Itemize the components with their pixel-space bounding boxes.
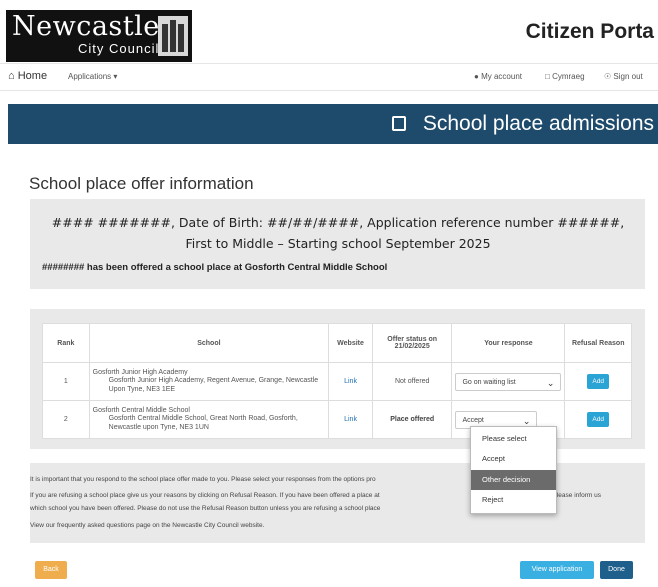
page-title: School place offer information — [29, 174, 254, 193]
council-logo[interactable]: Newcastle City Council — [6, 10, 192, 62]
chevron-down-icon: ⌄ — [546, 377, 555, 388]
refusal-cell: Add — [564, 400, 632, 439]
book-icon — [392, 116, 406, 131]
applicant-info-panel: #### #######, Date of Birth: ##/##/####,… — [30, 199, 645, 289]
col-offer-status: Offer status on 21/02/2025 — [371, 323, 453, 363]
col-website: Website — [328, 323, 373, 363]
nav-home[interactable]: ⌂ Home — [8, 70, 47, 82]
nav-applications[interactable]: Applications ▾ — [68, 72, 117, 81]
add-refusal-reason-button[interactable]: Add — [587, 412, 609, 427]
instruction-text: l please inform us — [550, 492, 601, 499]
nav-cymraeg[interactable]: □ Cymraeg — [545, 72, 585, 81]
col-school: School — [88, 323, 330, 363]
faq-text[interactable]: View our frequently asked questions page… — [30, 522, 264, 529]
section-banner: School place admissions — [8, 104, 658, 144]
power-icon: ☉ — [604, 72, 612, 81]
view-application-button[interactable]: View application — [520, 561, 594, 579]
school-name: Gosforth Junior High Academy — [92, 369, 188, 376]
language-icon: □ — [545, 72, 550, 81]
response-dropdown-menu: Please select Accept Other decision Reje… — [470, 426, 557, 514]
back-button[interactable]: Back — [35, 561, 67, 579]
website-link[interactable]: Link — [328, 400, 373, 439]
dropdown-option[interactable]: Reject — [471, 490, 556, 510]
logo-subtitle: City Council — [78, 41, 160, 56]
caret-down-icon: ▾ — [113, 72, 118, 81]
dropdown-option[interactable]: Please select — [471, 429, 556, 449]
rank-cell: 1 — [42, 362, 90, 401]
instruction-text: If you are refusing a school place give … — [30, 492, 380, 499]
nav-my-account-label: My account — [481, 72, 522, 81]
dropdown-option-highlighted[interactable]: Other decision — [471, 470, 556, 490]
nav-applications-label: Applications — [68, 72, 112, 81]
offer-status: Place offered — [371, 400, 453, 439]
instruction-text: which school you have been offered. Plea… — [30, 505, 381, 512]
school-name: Gosforth Central Middle School — [92, 407, 190, 414]
school-cell: Gosforth Central Middle School Gosforth … — [88, 400, 330, 439]
add-refusal-reason-button[interactable]: Add — [587, 374, 609, 389]
response-cell: Go on waiting list ⌄ — [451, 362, 566, 401]
dropdown-option[interactable]: Accept — [471, 449, 556, 469]
application-summary: #### #######, Date of Birth: ##/##/####,… — [51, 215, 625, 251]
offers-table: Rank School Website Offer status on 21/0… — [42, 323, 632, 439]
nav-sign-out[interactable]: ☉ Sign out — [604, 72, 643, 81]
instruction-text: It is important that you respond to the … — [30, 476, 376, 483]
response-select[interactable]: Go on waiting list ⌄ — [455, 372, 562, 391]
portal-title: Citizen Porta — [525, 20, 654, 43]
nav-sign-out-label: Sign out — [613, 72, 643, 81]
banner-title: School place admissions — [422, 112, 654, 135]
offer-statement: ######## has been offered a school place… — [42, 262, 388, 273]
table-row: 1 Gosforth Junior High Academy Gosforth … — [42, 362, 632, 401]
col-your-response: Your response — [451, 323, 566, 363]
user-icon: ● — [474, 72, 479, 81]
col-rank: Rank — [42, 323, 90, 363]
nav-cymraeg-label: Cymraeg — [552, 72, 585, 81]
logo-wordmark: Newcastle — [12, 11, 160, 42]
table-header-row: Rank School Website Offer status on 21/0… — [42, 323, 632, 363]
home-icon: ⌂ — [8, 70, 15, 82]
school-address: Gosforth Central Middle School, Great No… — [108, 415, 298, 431]
col-refusal-reason: Refusal Reason — [564, 323, 632, 363]
refusal-cell: Add — [564, 362, 632, 401]
school-cell: Gosforth Junior High Academy Gosforth Ju… — [88, 362, 330, 401]
done-button[interactable]: Done — [600, 561, 633, 579]
response-select-value: Accept — [462, 416, 484, 424]
school-address: Gosforth Junior High Academy, Regent Ave… — [108, 377, 319, 393]
website-link[interactable]: Link — [328, 362, 373, 401]
top-navbar: ⌂ Home Applications ▾ ● My account □ Cym… — [0, 63, 658, 91]
nav-my-account[interactable]: ● My account — [474, 72, 522, 81]
rank-cell: 2 — [42, 400, 90, 439]
crest-icon — [158, 16, 188, 56]
response-select-value: Go on waiting list — [462, 378, 516, 386]
offer-status: Not offered — [371, 362, 453, 401]
nav-home-label: Home — [17, 70, 48, 82]
